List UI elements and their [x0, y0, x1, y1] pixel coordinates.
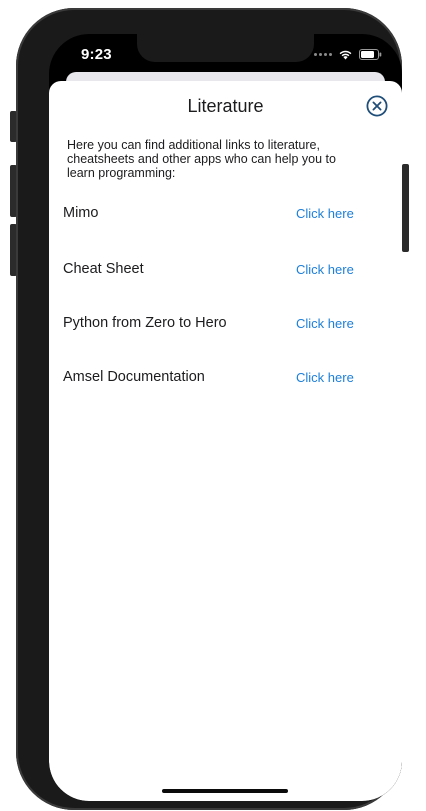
intro-text: Here you can find additional links to li… [67, 138, 336, 180]
click-here-link[interactable]: Click here [296, 370, 354, 385]
device-mockup: 9:23 Literature Here you can find additi… [0, 0, 426, 811]
click-here-link[interactable]: Click here [296, 316, 354, 331]
status-time: 9:23 [81, 46, 112, 63]
literature-sheet: Literature Here you can find additional … [49, 81, 402, 801]
notch [137, 34, 314, 62]
signal-icon [314, 53, 332, 56]
list-item-label: Amsel Documentation [63, 369, 205, 385]
wifi-icon [339, 50, 352, 60]
list-item-label: Mimo [63, 205, 99, 221]
sheet-title: Literature [187, 96, 264, 116]
click-here-link[interactable]: Click here [296, 206, 354, 221]
list-item-mimo: Mimo Click here [63, 202, 383, 226]
power-button [402, 164, 409, 252]
status-icons [314, 49, 382, 60]
close-circle-icon[interactable] [366, 95, 388, 117]
list-item-python-from-zero-to-hero: Python from Zero to Hero Click here [63, 312, 383, 336]
list-item-label: Python from Zero to Hero [63, 315, 227, 331]
list-item-label: Cheat Sheet [63, 261, 144, 277]
click-here-link[interactable]: Click here [296, 262, 354, 277]
battery-icon [359, 49, 382, 60]
list-item-cheat-sheet: Cheat Sheet Click here [63, 258, 383, 282]
home-indicator[interactable] [162, 789, 288, 793]
phone-frame: 9:23 Literature Here you can find additi… [16, 8, 402, 810]
list-item-amsel-documentation: Amsel Documentation Click here [63, 366, 383, 390]
screen: 9:23 Literature Here you can find additi… [49, 34, 402, 801]
